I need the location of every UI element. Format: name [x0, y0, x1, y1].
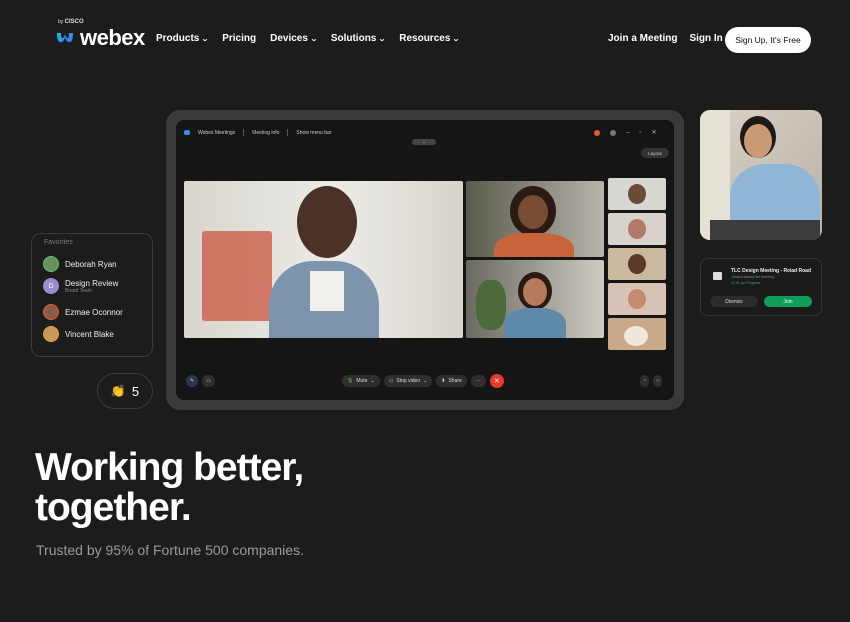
status-icon [610, 129, 616, 136]
app-name: Webex Meetings [198, 129, 236, 136]
speech-bubble-icon: ○ [656, 378, 660, 384]
nav-pricing[interactable]: Pricing [222, 33, 256, 44]
camera-icon: ▭ [388, 378, 394, 384]
avatar [43, 256, 59, 272]
self-view-camera [700, 110, 822, 240]
meeting-card-title: TLC Design Meeting - Reiad Road [731, 268, 812, 274]
favorite-design-review[interactable]: D Design Review Brand Team [43, 278, 118, 294]
nav-solutions[interactable]: Solutions ⌄ [331, 33, 387, 44]
more-button[interactable]: ··· [470, 375, 486, 387]
share-button[interactable]: ⬆ Share [436, 375, 467, 387]
avatar [43, 326, 59, 342]
video-main-speaker [184, 181, 463, 338]
right-controls: ◔ ○ [640, 375, 663, 387]
video-thumb-2 [608, 213, 666, 245]
meeting-info-link[interactable]: Meeting info [252, 130, 279, 136]
hero-subline: Trusted by 95% of Fortune 500 companies. [36, 542, 304, 558]
video-participant-3 [466, 260, 604, 338]
left-controls: ✎ ▭ [186, 375, 215, 387]
video-thumb-3 [608, 248, 666, 280]
device-icon [713, 272, 722, 280]
recording-icon [594, 129, 600, 136]
share-icon: ⬆ [441, 378, 446, 384]
maximize-icon[interactable]: ▫ [639, 130, 641, 136]
reaction-count: 5 [131, 383, 140, 399]
window-buttons: – ▫ ✕ [594, 129, 657, 136]
favorite-deborah-ryan[interactable]: Deborah Ryan [43, 256, 117, 272]
meeting-card-subtitle: Jessica started the meeting [731, 275, 774, 279]
video-thumb-1 [608, 178, 666, 210]
show-menu-bar[interactable]: Show menu bar [296, 130, 331, 136]
reaction-icon: ✎ [190, 378, 195, 384]
join-button[interactable]: Join [764, 296, 812, 307]
webex-logo[interactable]: webex [54, 25, 145, 50]
chevron-down-icon: ⌄ [370, 378, 375, 384]
chevron-down-icon: ⌄ [378, 35, 387, 43]
main-nav: Products ⌄ Pricing Devices ⌄ Solutions ⌄ Re… [156, 33, 461, 44]
sign-up-button[interactable]: Sign Up, It's Free [725, 27, 811, 53]
clap-icon: 👏 [110, 384, 126, 398]
chevron-down-icon: ⌄ [201, 35, 210, 43]
logo-wordmark: webex [80, 25, 145, 50]
video-participant-2 [466, 181, 604, 257]
nav-resources[interactable]: Resources ⌄ [399, 33, 461, 44]
dismiss-button[interactable]: Dismiss [710, 296, 758, 307]
stop-video-button[interactable]: ▭ Stop video ⌄ [383, 375, 433, 387]
layout-button[interactable]: Layout [641, 148, 669, 158]
close-icon: ✕ [493, 378, 500, 385]
video-thumb-5 [608, 318, 666, 350]
hero-headline: Working better, together. [35, 446, 304, 529]
avatar [43, 304, 59, 320]
chevron-down-icon: ⌄ [310, 35, 318, 43]
minimize-icon[interactable]: – [626, 130, 629, 136]
webex-logo-icon [57, 33, 73, 43]
video-thumb-4 [608, 283, 666, 315]
stickers-button[interactable]: ✎ [186, 375, 199, 387]
end-call-button[interactable]: ✕ [489, 374, 504, 388]
favorite-ezmae-oconnor[interactable]: Ezmae Oconnor [43, 304, 123, 320]
favorites-title: Favorites [44, 239, 73, 246]
join-meeting-link[interactable]: Join a Meeting [608, 33, 677, 44]
mute-button[interactable]: 🎙 Mute ⌄ [342, 375, 380, 387]
favorite-vincent-blake[interactable]: Vincent Blake [43, 326, 114, 342]
meeting-invite-card: TLC Design Meeting - Reiad Road Jessica … [700, 258, 822, 316]
avatar: D [43, 278, 59, 294]
reaction-counter: 👏 5 [97, 373, 153, 409]
chevron-down-icon: ⌄ [423, 378, 428, 384]
nav-devices[interactable]: Devices ⌄ [270, 33, 318, 44]
person-icon: ◔ [643, 378, 647, 384]
webex-app-icon [184, 130, 190, 135]
chat-panel-button[interactable]: ○ [653, 375, 663, 387]
meeting-card-status: 10:01 Up Progress [731, 281, 761, 285]
chat-icon: ▭ [206, 378, 211, 384]
nav-actions: Join a Meeting Sign In [608, 33, 723, 44]
close-icon[interactable]: ✕ [651, 129, 656, 136]
collapse-handle[interactable]: ⌄ [412, 139, 436, 145]
sign-in-link[interactable]: Sign In [689, 33, 722, 44]
chat-button[interactable]: ▭ [202, 375, 215, 387]
participants-button[interactable]: ◔ [640, 375, 650, 387]
logo-byline: by CISCO [58, 19, 84, 25]
nav-products[interactable]: Products ⌄ [156, 33, 210, 44]
chevron-down-icon: ⌄ [452, 35, 461, 43]
meeting-titlebar: Webex Meetings Meeting info Show menu ba… [184, 129, 331, 136]
microphone-icon: 🎙 [347, 378, 354, 384]
meeting-controls: 🎙 Mute ⌄ ▭ Stop video ⌄ ⬆ Share ··· ✕ [342, 374, 504, 388]
